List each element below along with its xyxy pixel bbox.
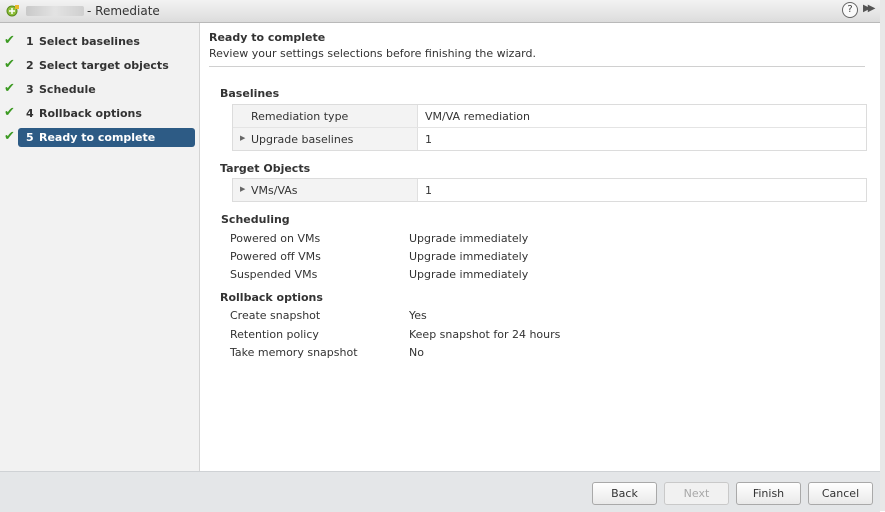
divider: [209, 66, 865, 67]
grid-key-cell: Remediation type: [233, 105, 418, 127]
step-number: 4: [26, 107, 34, 120]
step-label: Ready to complete: [39, 131, 156, 144]
redacted-title-text: [26, 6, 84, 16]
section-rollback-heading: Rollback options: [220, 291, 323, 304]
step-number: 1: [26, 35, 34, 48]
grid-key-cell: ▶ VMs/VAs: [233, 179, 418, 201]
next-button[interactable]: Next: [664, 482, 729, 505]
rollback-value: No: [409, 346, 424, 359]
wizard-footer: Back Next Finish Cancel: [0, 471, 880, 512]
step-label: Rollback options: [39, 107, 142, 120]
check-icon: ✔: [4, 33, 15, 48]
step-schedule[interactable]: ✔ 3 Schedule: [0, 80, 199, 99]
grid-row-expandable[interactable]: ▶ Upgrade baselines 1: [233, 127, 866, 150]
grid-value: 1: [425, 133, 432, 146]
step-label: Select baselines: [39, 35, 140, 48]
check-icon: ✔: [4, 81, 15, 96]
expand-triangle-icon[interactable]: ▶: [240, 185, 245, 193]
step-select-baselines[interactable]: ✔ 1 Select baselines: [0, 32, 199, 51]
rollback-key: Take memory snapshot: [230, 346, 358, 359]
expand-triangle-icon[interactable]: ▶: [240, 134, 245, 142]
wizard-steps-nav: ✔ 1 Select baselines ✔ 2 Select target o…: [0, 23, 200, 471]
step-ready-to-complete[interactable]: ✔ 5 Ready to complete: [0, 128, 199, 147]
page-subtitle: Review your settings selections before f…: [209, 47, 536, 60]
background-window-edge: [880, 0, 885, 511]
scheduling-value: Upgrade immediately: [409, 232, 529, 245]
step-number: 5: [26, 131, 34, 144]
step-number: 2: [26, 59, 34, 72]
wizard-content: Ready to complete Review your settings s…: [200, 23, 880, 471]
targets-grid: ▶ VMs/VAs 1: [232, 178, 867, 202]
help-icon[interactable]: ?: [842, 2, 858, 18]
back-button[interactable]: Back: [592, 482, 657, 505]
step-label: Schedule: [39, 83, 96, 96]
scheduling-value: Upgrade immediately: [409, 250, 529, 263]
rollback-key: Retention policy: [230, 328, 319, 341]
scheduling-key: Powered off VMs: [230, 250, 321, 263]
check-icon: ✔: [4, 129, 15, 144]
section-scheduling-heading: Scheduling: [221, 213, 290, 226]
scheduling-key: Powered on VMs: [230, 232, 321, 245]
rollback-value: Keep snapshot for 24 hours: [409, 328, 561, 341]
step-rollback-options[interactable]: ✔ 4 Rollback options: [0, 104, 199, 123]
check-icon: ✔: [4, 57, 15, 72]
grid-key: Upgrade baselines: [251, 133, 354, 146]
grid-key-cell: ▶ Upgrade baselines: [233, 128, 418, 150]
rollback-key: Create snapshot: [230, 309, 321, 322]
dialog-title: - Remediate: [87, 4, 160, 18]
grid-value: 1: [425, 184, 432, 197]
baselines-grid: Remediation type VM/VA remediation ▶ Upg…: [232, 104, 867, 151]
grid-key: Remediation type: [251, 110, 349, 123]
remediate-dialog: - Remediate ? ▶▶ ✔ 1 Select baselines ✔ …: [0, 0, 881, 512]
update-manager-icon: [6, 5, 19, 17]
grid-key: VMs/VAs: [251, 184, 298, 197]
scheduling-key: Suspended VMs: [230, 268, 318, 281]
finish-button[interactable]: Finish: [736, 482, 801, 505]
grid-row: Remediation type VM/VA remediation: [233, 105, 866, 127]
check-icon: ✔: [4, 105, 15, 120]
grid-value: VM/VA remediation: [425, 110, 530, 123]
cancel-button[interactable]: Cancel: [808, 482, 873, 505]
section-target-objects-heading: Target Objects: [220, 162, 311, 175]
step-label: Select target objects: [39, 59, 169, 72]
grid-row-expandable[interactable]: ▶ VMs/VAs 1: [233, 179, 866, 201]
rollback-value: Yes: [409, 309, 427, 322]
step-number: 3: [26, 83, 34, 96]
title-bar: - Remediate ? ▶▶: [0, 0, 880, 23]
section-baselines-heading: Baselines: [220, 87, 280, 100]
scheduling-value: Upgrade immediately: [409, 268, 529, 281]
page-title: Ready to complete: [209, 31, 326, 44]
expand-icon[interactable]: ▶▶: [863, 3, 876, 14]
step-select-target-objects[interactable]: ✔ 2 Select target objects: [0, 56, 199, 75]
